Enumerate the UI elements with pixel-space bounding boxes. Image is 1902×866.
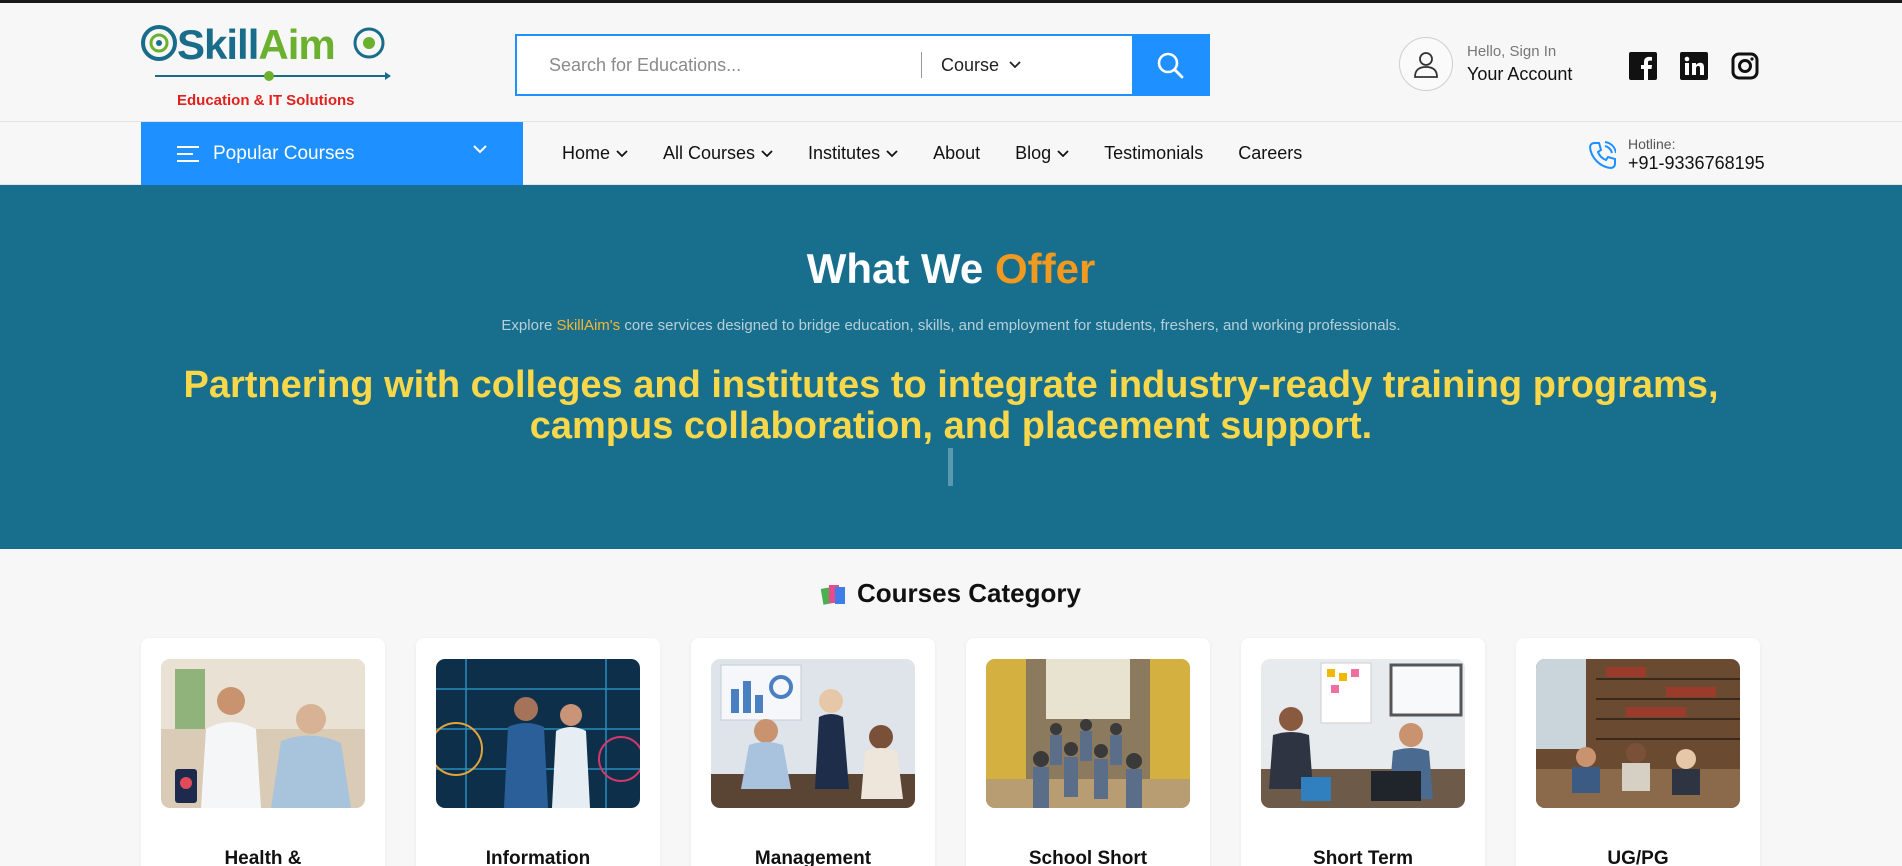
account-greeting: Hello, Sign In	[1467, 43, 1557, 60]
hero-subtitle-post: core services designed to bridge educati…	[620, 317, 1401, 334]
search-input[interactable]	[517, 36, 917, 94]
chevron-down-icon	[886, 149, 898, 157]
chevron-down-icon	[1009, 61, 1021, 69]
nav-item-label: Careers	[1238, 143, 1303, 163]
search-category-select[interactable]: Course	[941, 36, 1021, 94]
course-card-school[interactable]: School Short	[966, 638, 1210, 866]
nav-links: Home All Courses Institutes About Blog T…	[562, 122, 1337, 185]
hotline-text: Hotline: +91-9336768195	[1628, 136, 1765, 174]
nav-item-home[interactable]: Home	[562, 143, 628, 164]
course-image-ug-pg	[1536, 659, 1740, 808]
account-text: Hello, Sign In Your Account	[1467, 43, 1572, 85]
account-link[interactable]: Hello, Sign In Your Account	[1399, 37, 1572, 91]
course-card-information[interactable]: Information	[416, 638, 660, 866]
hero-section: What We Offer Explore SkillAim's core se…	[0, 185, 1902, 549]
nav-item-label: Testimonials	[1104, 143, 1204, 163]
avatar	[1399, 37, 1453, 91]
hero-subtitle: Explore SkillAim's core services designe…	[0, 317, 1902, 334]
typing-cursor	[948, 448, 953, 486]
nav-item-label: Home	[562, 143, 611, 163]
search-icon	[1157, 52, 1184, 79]
instagram-icon[interactable]	[1731, 52, 1759, 80]
nav-item-careers[interactable]: Careers	[1238, 143, 1302, 164]
hero-subtitle-pre: Explore	[501, 317, 557, 334]
search-divider	[921, 52, 922, 78]
courses-title-text: Courses Category	[857, 578, 1081, 608]
nav-item-label: Blog	[1015, 143, 1052, 163]
search-button[interactable]	[1132, 36, 1208, 94]
course-label: Management	[754, 848, 872, 866]
chevron-down-icon	[1057, 149, 1069, 157]
brand-logo[interactable]: SkillAim Education & IT Solutions	[141, 19, 391, 114]
hero-title: What We Offer	[0, 245, 1902, 293]
course-label: UG/PG	[1607, 848, 1669, 866]
course-cards: Health & Information Management School S…	[141, 638, 1761, 866]
nav-item-blog[interactable]: Blog	[1015, 143, 1069, 164]
logo-word-skill: Skill	[177, 21, 259, 68]
course-label: Health &	[224, 848, 302, 866]
nav-item-institutes[interactable]: Institutes	[808, 143, 898, 164]
chevron-down-icon	[616, 149, 628, 157]
search-category-label: Course	[941, 54, 1000, 75]
course-label: School Short	[1028, 848, 1148, 866]
site-header: SkillAim Education & IT Solutions Course…	[0, 3, 1902, 122]
course-image-short-term	[1261, 659, 1465, 808]
hotline[interactable]: Hotline: +91-9336768195	[1588, 136, 1765, 174]
course-image-health	[161, 659, 365, 808]
course-image-school	[986, 659, 1190, 808]
hotline-label: Hotline:	[1628, 136, 1676, 152]
course-label: Short Term	[1313, 848, 1413, 866]
logo-wordmark: SkillAim	[177, 21, 336, 69]
nav-item-all-courses[interactable]: All Courses	[663, 143, 773, 164]
course-card-short-term[interactable]: Short Term	[1241, 638, 1485, 866]
chevron-down-icon	[761, 149, 773, 157]
account-label: Your Account	[1467, 64, 1573, 84]
logo-word-aim: Aim	[258, 21, 335, 68]
course-image-it	[436, 659, 640, 808]
nav-item-testimonials[interactable]: Testimonials	[1104, 143, 1203, 164]
facebook-icon[interactable]	[1629, 52, 1657, 80]
chevron-down-icon	[473, 145, 487, 154]
nav-item-about[interactable]: About	[933, 143, 980, 164]
nav-item-label: About	[933, 143, 981, 163]
books-icon	[821, 584, 846, 605]
course-label: Information	[485, 848, 591, 866]
main-navbar: Popular Courses Home All Courses Institu…	[0, 122, 1902, 185]
courses-section-title: Courses Category	[0, 578, 1902, 609]
popular-courses-dropdown[interactable]: Popular Courses	[141, 122, 523, 185]
social-links	[1629, 52, 1759, 80]
nav-item-label: Institutes	[808, 143, 881, 163]
hero-subtitle-brand: SkillAim's	[556, 317, 621, 334]
user-icon	[1414, 52, 1438, 78]
nav-item-label: All Courses	[663, 143, 756, 163]
menu-icon	[177, 145, 199, 162]
hero-tagline: Partnering with colleges and institutes …	[183, 364, 1719, 447]
logo-tagline: Education & IT Solutions	[177, 92, 355, 109]
linkedin-icon[interactable]	[1680, 52, 1708, 80]
hero-title-main: What We	[806, 245, 995, 292]
hotline-number: +91-9336768195	[1628, 153, 1765, 173]
course-image-management	[711, 659, 915, 808]
course-card-health[interactable]: Health &	[141, 638, 385, 866]
popular-courses-label: Popular Courses	[213, 142, 355, 164]
phone-icon	[1588, 141, 1616, 170]
course-card-management[interactable]: Management	[691, 638, 935, 866]
search-bar: Course	[515, 34, 1210, 96]
hero-title-highlight: Offer	[994, 245, 1096, 292]
course-card-ug-pg[interactable]: UG/PG	[1516, 638, 1760, 866]
